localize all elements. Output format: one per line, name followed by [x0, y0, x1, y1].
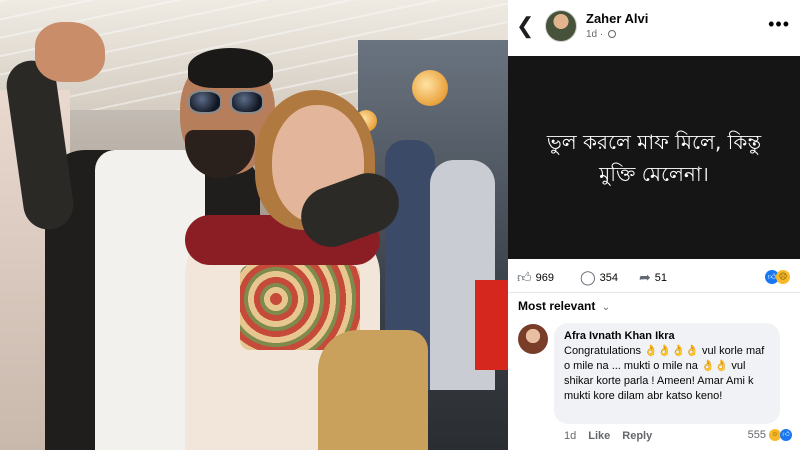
comment-reaction-summary[interactable]: 555 ☺ 👍︎	[748, 429, 792, 441]
post-meta: 1d ·	[586, 29, 617, 40]
post-time[interactable]: 1d	[586, 29, 597, 40]
commenter-avatar[interactable]	[518, 324, 548, 354]
comment-actions: 1d Like Reply	[564, 430, 652, 442]
text-post-card[interactable]: ভুল করলে মাফ মিলে, কিন্তু মুক্তি মেলেনা।	[508, 56, 800, 259]
globe-icon	[608, 30, 617, 39]
comment-time: 1d	[564, 430, 577, 442]
comment-bubble: Afra Ivnath Khan Ikra Congratulations 👌👌…	[554, 323, 780, 424]
red-sign	[475, 280, 508, 370]
tan-coat	[318, 330, 428, 450]
post-text: ভুল করলে মাফ মিলে, কিন্তু মুক্তি মেলেনা।	[546, 129, 762, 186]
sad-reaction-icon: ☹	[776, 270, 790, 284]
sunglasses	[188, 90, 266, 116]
engagement-bar: 👍︎ 969 ◯ 354 ➦ 51 👍︎ ☹	[508, 266, 800, 290]
share-count: 51	[654, 271, 667, 284]
comment-reaction-count: 555	[747, 429, 766, 441]
chevron-down-icon: ⌄	[601, 302, 611, 313]
comment-button[interactable]: ◯ 354	[580, 269, 618, 286]
peace-sign-hand	[35, 22, 105, 82]
comment-icon: ◯	[580, 269, 596, 285]
comment-text: Congratulations 👌👌👌👌 vul korle maf o mil…	[564, 345, 765, 402]
post-photo[interactable]	[0, 0, 508, 450]
comment-reply-button[interactable]: Reply	[622, 430, 652, 442]
share-icon: ➦	[639, 269, 651, 285]
like-button[interactable]: 👍︎ 969	[517, 269, 554, 286]
commenter-name[interactable]: Afra Ivnath Khan Ikra	[564, 330, 770, 342]
facebook-post-panel: ❮ Zaher Alvi 1d · ••• ভুল করলে মাফ মিলে,…	[508, 0, 800, 450]
sort-label: Most relevant	[518, 299, 596, 313]
like-reaction-icon: 👍︎	[780, 429, 792, 441]
comment-like-button[interactable]: Like	[588, 430, 610, 442]
divider	[508, 292, 800, 293]
comment-count: 354	[599, 271, 619, 284]
author-name[interactable]: Zaher Alvi	[586, 11, 648, 26]
avatar[interactable]	[545, 10, 577, 42]
lantern	[412, 70, 448, 106]
post-header: ❮ Zaher Alvi 1d · •••	[508, 0, 800, 54]
chevron-left-icon[interactable]: ❮	[516, 14, 538, 38]
comment-sort-dropdown[interactable]: Most relevant ⌄	[518, 299, 610, 313]
thumbs-up-icon: 👍︎	[517, 269, 532, 285]
man-hair	[188, 48, 273, 88]
like-count: 969	[535, 271, 554, 284]
share-button[interactable]: ➦ 51	[639, 269, 667, 286]
reaction-summary[interactable]: 👍︎ ☹	[765, 270, 790, 284]
more-icon[interactable]: •••	[768, 14, 790, 35]
